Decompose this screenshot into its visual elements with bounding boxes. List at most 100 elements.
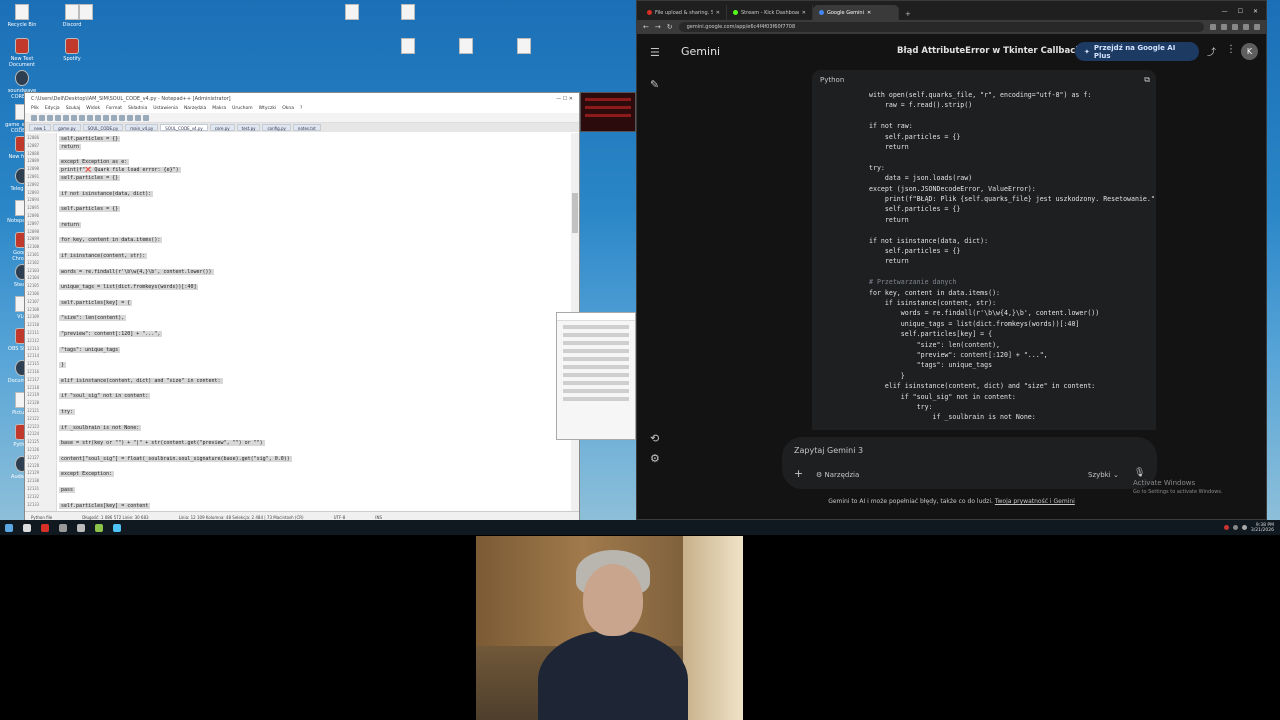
- editor-tab[interactable]: test.py: [236, 124, 261, 131]
- browser-tab[interactable]: Google Gemini ✕: [813, 5, 899, 20]
- forward-icon[interactable]: →: [655, 23, 661, 31]
- share-icon[interactable]: ⤴: [1207, 45, 1216, 58]
- desktop-icon[interactable]: Spotify: [54, 38, 90, 62]
- tab-close-icon[interactable]: ✕: [802, 10, 806, 16]
- background-dialog[interactable]: [556, 312, 636, 440]
- editor-tab[interactable]: main_v4.py: [125, 124, 159, 131]
- browser-tab[interactable]: File upload & sharing. Send large fil✕: [641, 5, 727, 20]
- new-file-icon[interactable]: [31, 115, 37, 121]
- file-explorer-icon[interactable]: [23, 523, 31, 532]
- prompt-input[interactable]: Zapytaj Gemini 3: [794, 446, 863, 455]
- profile-icon[interactable]: [1243, 24, 1249, 30]
- editor-tab[interactable]: notes.txt: [292, 124, 321, 131]
- microphone-icon[interactable]: 🎙: [1134, 468, 1145, 478]
- desktop-icon[interactable]: [506, 38, 542, 56]
- folder-icon[interactable]: [77, 523, 85, 532]
- desktop-icon[interactable]: [390, 4, 426, 22]
- back-icon[interactable]: ←: [643, 23, 649, 31]
- clock[interactable]: 9:38 PM 3/21/2026: [1251, 523, 1274, 533]
- add-attachment-icon[interactable]: +: [794, 467, 803, 480]
- zoom-in-icon[interactable]: [135, 115, 141, 121]
- copy-icon[interactable]: [87, 115, 93, 121]
- privacy-link[interactable]: Twoja prywatność i Gemini: [995, 498, 1075, 505]
- address-bar[interactable]: gemini.google.com/app/e6c4f4f03f60f7708: [678, 22, 1204, 32]
- redo-icon[interactable]: [111, 115, 117, 121]
- desktop-icon[interactable]: Recycle Bin: [4, 4, 40, 28]
- notepadpp-window[interactable]: C:\Users\Dell\Desktop\IAM_SIM\SOUL_CODE_…: [24, 92, 580, 522]
- menu-item[interactable]: Format: [106, 106, 122, 112]
- hamburger-menu-icon[interactable]: ☰: [650, 46, 660, 59]
- tab-close-icon[interactable]: ✕: [716, 10, 720, 16]
- new-chat-icon[interactable]: ✎: [650, 78, 659, 91]
- app-icon[interactable]: [113, 523, 121, 532]
- close-icon[interactable]: [63, 115, 69, 121]
- editor-tab[interactable]: SOUL_CODE_v4.py: [160, 124, 208, 131]
- menu-item[interactable]: Szukaj: [66, 106, 81, 112]
- notepadpp-titlebar[interactable]: C:\Users\Dell\Desktop\IAM_SIM\SOUL_CODE_…: [25, 93, 579, 105]
- desktop-icon[interactable]: [68, 4, 104, 22]
- browser-tab[interactable]: Stream - Kick Dashboard ✕: [727, 5, 813, 20]
- menu-item[interactable]: Uruchom: [232, 106, 252, 112]
- open-file-icon[interactable]: [39, 115, 45, 121]
- maximize-icon[interactable]: ☐: [1238, 8, 1243, 15]
- chrome-icon[interactable]: [59, 523, 67, 532]
- desktop-icon[interactable]: [334, 4, 370, 22]
- desktop-icon[interactable]: New Text Document: [4, 38, 40, 68]
- scrollbar-thumb[interactable]: [572, 193, 578, 233]
- desktop-icon[interactable]: [448, 38, 484, 56]
- editor-tab[interactable]: game.py: [53, 124, 81, 131]
- extension-icon[interactable]: [1210, 24, 1216, 30]
- replace-icon[interactable]: [127, 115, 133, 121]
- editor-tab[interactable]: core.py: [209, 124, 235, 131]
- model-selector[interactable]: Szybki ⌄: [1088, 471, 1119, 479]
- editor-tab[interactable]: new 1: [29, 124, 52, 131]
- extension-icon[interactable]: [1232, 24, 1238, 30]
- avatar[interactable]: K: [1241, 43, 1258, 60]
- minimize-icon[interactable]: —: [1222, 8, 1228, 15]
- menu-item[interactable]: Plik: [31, 106, 39, 112]
- menu-item[interactable]: Okna: [282, 106, 294, 112]
- opera-icon[interactable]: [41, 523, 49, 532]
- close-icon[interactable]: ✕: [1253, 8, 1258, 15]
- tools-button[interactable]: ⚙ Narzędzia: [816, 471, 859, 479]
- menu-item[interactable]: ?: [300, 106, 302, 112]
- background-app-window[interactable]: [580, 92, 636, 132]
- start-icon[interactable]: [5, 523, 13, 532]
- zoom-out-icon[interactable]: [143, 115, 149, 121]
- upgrade-button[interactable]: ✦ Przejdź na Google AI Plus: [1075, 42, 1199, 61]
- chat-title[interactable]: Błąd AttributeError w Tkinter Callback: [897, 46, 1081, 56]
- activity-icon[interactable]: ⟲: [650, 432, 659, 445]
- menu-item[interactable]: Makra: [212, 106, 226, 112]
- notepadpp-icon[interactable]: [95, 523, 103, 532]
- prompt-box[interactable]: Zapytaj Gemini 3 + ⚙ Narzędzia Szybki ⌄ …: [782, 437, 1157, 489]
- desktop-icon[interactable]: [390, 38, 426, 56]
- menu-item[interactable]: Edycja: [45, 106, 60, 112]
- volume-icon[interactable]: [1241, 525, 1247, 530]
- menu-item[interactable]: Narzędzia: [184, 106, 206, 112]
- notepadpp-window-controls[interactable]: — ☐ ✕: [556, 96, 573, 102]
- extension-icon[interactable]: [1221, 24, 1227, 30]
- more-options-icon[interactable]: ⋮: [1226, 44, 1236, 55]
- editor-tab[interactable]: config.py: [262, 124, 291, 131]
- save-icon[interactable]: [47, 115, 53, 121]
- network-icon[interactable]: [1232, 525, 1238, 530]
- menu-icon[interactable]: [1254, 24, 1260, 30]
- menu-item[interactable]: Wtyczki: [259, 106, 277, 112]
- gemini-logo[interactable]: Gemini: [681, 45, 720, 58]
- save-all-icon[interactable]: [55, 115, 61, 121]
- copy-code-icon[interactable]: ⧉: [1144, 75, 1150, 85]
- menu-item[interactable]: Widok: [86, 106, 100, 112]
- new-tab-button[interactable]: +: [899, 8, 917, 20]
- find-icon[interactable]: [119, 115, 125, 121]
- menu-item[interactable]: Ustawienia: [153, 106, 178, 112]
- editor-tab[interactable]: SOUL_CODE.py: [82, 124, 124, 131]
- code-block-body[interactable]: with open(self.quarks_file, "r", encodin…: [812, 90, 1156, 430]
- reload-icon[interactable]: ↻: [667, 23, 673, 31]
- paste-icon[interactable]: [95, 115, 101, 121]
- notification-icon[interactable]: [1223, 525, 1229, 530]
- code-editor[interactable]: 12086 12087 12088 12089 12090 12091 12092 12093…: [25, 133, 571, 511]
- chrome-window[interactable]: File upload & sharing. Send large fil✕St…: [636, 0, 1267, 520]
- undo-icon[interactable]: [103, 115, 109, 121]
- print-icon[interactable]: [71, 115, 77, 121]
- cut-icon[interactable]: [79, 115, 85, 121]
